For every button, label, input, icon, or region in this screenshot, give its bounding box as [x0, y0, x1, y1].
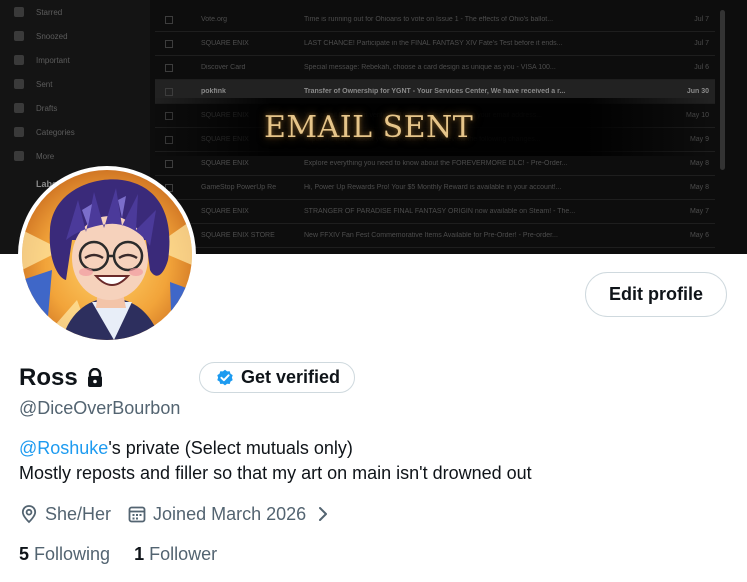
- joined-date-text: Joined March 2026: [153, 503, 307, 524]
- banner-sidebar-glyph-icon: [14, 55, 24, 65]
- location-pin-icon: [19, 504, 39, 524]
- banner-sidebar-glyph-icon: [14, 31, 24, 41]
- banner-mail-date: May 8: [689, 160, 709, 167]
- banner-mail-row: SQUARE ENIX STRANGER OF PARADISE FINAL FA…: [155, 200, 715, 224]
- banner-sidebar-label: Snoozed: [36, 31, 68, 41]
- user-handle: @DiceOverBourbon: [19, 398, 181, 418]
- banner-mail-row: SQUARE ENIX LAST CHANCE! Participate in t…: [155, 32, 715, 56]
- banner-sidebar-glyph-icon: [14, 103, 24, 113]
- banner-sidebar-label: More: [36, 151, 55, 161]
- verified-badge-icon: [216, 369, 234, 387]
- location-item: She/Her: [19, 504, 111, 525]
- edit-profile-button[interactable]: Edit profile: [585, 272, 727, 317]
- banner-sidebar-item: Sent: [0, 72, 150, 96]
- avatar-illustration: [22, 170, 192, 340]
- banner-checkbox-icon: [165, 39, 173, 48]
- banner-sidebar-item: Important: [0, 48, 150, 72]
- bio-mention-link[interactable]: @Roshuke: [19, 438, 108, 458]
- banner-sidebar-glyph-icon: [14, 127, 24, 137]
- get-verified-button[interactable]: Get verified: [199, 362, 355, 393]
- banner-scrollbar: [720, 10, 725, 170]
- banner-mail-subject: Transfer of Ownership for YGNT - Your Se…: [304, 88, 566, 95]
- followers-count: 1: [134, 544, 145, 564]
- banner-mail-row: Discover Card Special message: Rebekah, c…: [155, 56, 715, 80]
- banner-mail-date: Jul 6: [694, 64, 709, 71]
- banner-sidebar-glyph-icon: [14, 79, 24, 89]
- banner-mail-sender: GameStop PowerUp Re: [201, 184, 277, 191]
- bio-line-2: Mostly reposts and filler so that my art…: [19, 463, 532, 483]
- banner-mail-sender: SQUARE ENIX: [201, 160, 249, 167]
- following-count: 5: [19, 544, 30, 564]
- banner-mail-date: May 8: [689, 184, 709, 191]
- banner-sidebar-item: Drafts: [0, 96, 150, 120]
- banner-sidebar-item: Starred: [0, 0, 150, 24]
- banner-mail-subject: Explore everything you need to know abou…: [304, 160, 568, 167]
- bio-line-1-text: 's private (Select mutuals only): [108, 438, 353, 458]
- banner-mail-sender: Vote.org: [201, 16, 228, 23]
- banner-mail-sender: SQUARE ENIX: [201, 40, 249, 47]
- banner-sidebar-glyph-icon: [14, 7, 24, 17]
- followers-label: Follower: [149, 544, 218, 564]
- banner-mail-row: Vote.org Time is running out for Ohioans …: [155, 8, 715, 32]
- joined-item[interactable]: Joined March 2026: [127, 504, 328, 525]
- profile-bio: @Roshuke's private (Select mutuals only)…: [19, 436, 532, 486]
- lock-icon: [86, 367, 104, 388]
- banner-mail-date: Jun 30: [686, 88, 709, 95]
- calendar-icon: [127, 504, 147, 524]
- bio-line-1: @Roshuke's private (Select mutuals only): [19, 436, 532, 461]
- banner-sidebar-glyph-icon: [14, 179, 24, 189]
- banner-sidebar-label: Sent: [36, 79, 53, 89]
- banner-mail-date: May 6: [689, 232, 709, 239]
- banner-sidebar-glyph-icon: [14, 151, 24, 161]
- banner-sidebar-label: Important: [36, 55, 70, 65]
- followers-link[interactable]: 1 Follower: [134, 544, 217, 565]
- banner-sidebar-item: Snoozed: [0, 24, 150, 48]
- banner-mail-sender: SQUARE ENIX: [201, 208, 249, 215]
- follow-stats: 5 Following 1 Follower: [19, 544, 217, 565]
- banner-sidebar-label: Categories: [36, 127, 75, 137]
- following-link[interactable]: 5 Following: [19, 544, 110, 565]
- banner-checkbox-icon: [165, 63, 173, 72]
- banner-email-sent-text: EMAIL SENT: [264, 110, 474, 145]
- banner-mail-subject: LAST CHANCE! Participate in the FINAL FA…: [304, 40, 563, 47]
- banner-mail-row: SQUARE ENIX STORE New FFXIV Fan Fest Comm…: [155, 224, 715, 248]
- profile-meta: She/Her Joined March 2026: [19, 501, 328, 527]
- banner-mail-sender: Discover Card: [201, 64, 246, 71]
- banner-mail-subject: Special message: Rebekah, choose a card …: [304, 64, 556, 71]
- banner-sidebar-item: Categories: [0, 120, 150, 144]
- banner-mail-date: May 7: [689, 208, 709, 215]
- get-verified-label: Get verified: [241, 367, 341, 387]
- banner-mail-date: Jul 7: [694, 40, 709, 47]
- banner-mail-date: Jul 7: [694, 16, 709, 23]
- banner-checkbox-icon: [165, 15, 173, 24]
- avatar[interactable]: [18, 166, 196, 344]
- banner-sidebar-label: Starred: [36, 7, 63, 17]
- name-row: Ross: [19, 362, 104, 394]
- pronouns-text: She/Her: [45, 503, 112, 524]
- banner-sidebar-label: Drafts: [36, 103, 58, 113]
- banner-checkbox-icon: [165, 159, 173, 168]
- banner-mail-row: GameStop PowerUp Re Hi, Power Up Rewards …: [155, 176, 715, 200]
- banner-checkbox-icon: [165, 87, 173, 96]
- display-name: Ross: [19, 364, 78, 391]
- banner-sidebar-item: More: [0, 144, 150, 168]
- following-label: Following: [34, 544, 111, 564]
- banner-mail-subject: Hi, Power Up Rewards Pro! Your $5 Monthl…: [304, 184, 562, 191]
- banner-mail-subject: Time is running out for Ohioans to vote …: [304, 16, 554, 23]
- banner-mail-subject: STRANGER OF PARADISE FINAL FANTASY ORIGI…: [304, 208, 576, 215]
- banner-mail-sender: pokfink: [201, 88, 226, 95]
- banner-mail-sender: SQUARE ENIX STORE: [201, 232, 275, 239]
- banner-mail-subject: New FFXIV Fan Fest Commemorative Items A…: [304, 232, 558, 239]
- chevron-right-icon: [318, 506, 328, 522]
